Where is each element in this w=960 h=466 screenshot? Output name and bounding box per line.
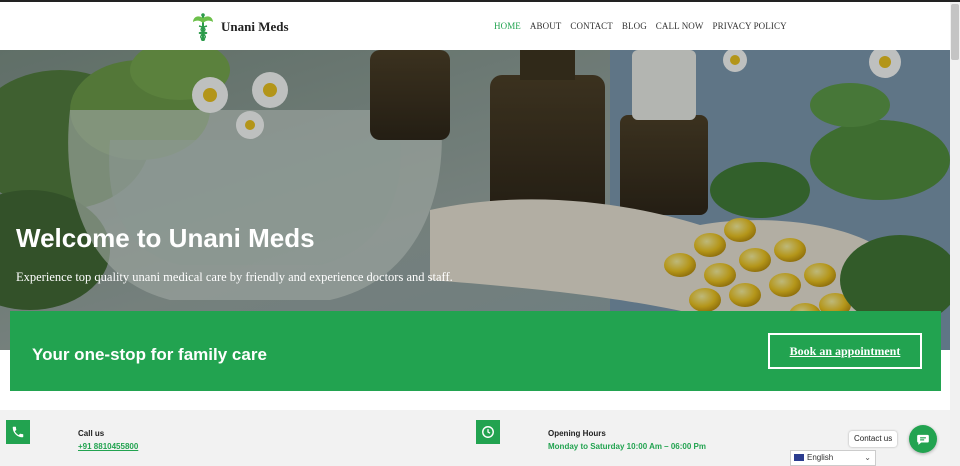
caduceus-logo-icon (193, 13, 213, 41)
language-label: English (807, 453, 834, 462)
chevron-down-icon: ⌄ (864, 453, 871, 462)
family-care-heading: Your one-stop for family care (32, 345, 267, 364)
page-scrollbar[interactable] (950, 2, 960, 466)
contact-us-tooltip[interactable]: Contact us (849, 431, 898, 447)
language-selector[interactable]: English ⌄ (790, 450, 876, 466)
nav-contact[interactable]: CONTACT (570, 21, 612, 31)
hero-banner: Welcome to Unani Meds Experience top qua… (0, 50, 950, 350)
brand-name: Unani Meds (221, 19, 289, 34)
chat-widget-button[interactable] (909, 425, 937, 453)
hero-overlay (0, 50, 950, 350)
chat-bubble-icon (917, 434, 929, 445)
site-header: Unani Meds HOME ABOUT CONTACT BLOG CALL … (0, 2, 950, 50)
hero-subtitle: Experience top quality unani medical car… (16, 270, 453, 284)
opening-hours-label: Opening Hours (548, 429, 606, 438)
nav-about[interactable]: ABOUT (530, 21, 562, 31)
nav-privacy-policy[interactable]: PRIVACY POLICY (713, 21, 787, 31)
nav-blog[interactable]: BLOG (622, 21, 647, 31)
clock-icon (476, 420, 500, 444)
opening-hours-value: Monday to Saturday 10:00 Am – 06:00 Pm (548, 442, 706, 451)
hero-title: Welcome to Unani Meds (16, 223, 315, 253)
nav-home[interactable]: HOME (494, 21, 521, 31)
scrollbar-thumb[interactable] (951, 4, 959, 60)
family-care-banner: Your one-stop for family care Book an ap… (10, 311, 941, 391)
book-appointment-button[interactable]: Book an appointment (768, 333, 922, 369)
uk-flag-icon (794, 454, 804, 461)
brand-logo[interactable]: Unani Meds (192, 12, 289, 42)
phone-number-link[interactable]: +91 8810455800 (78, 442, 138, 451)
nav-call-now[interactable]: CALL NOW (656, 21, 704, 31)
call-us-label: Call us (78, 429, 105, 438)
phone-icon (6, 420, 30, 444)
main-nav: HOME ABOUT CONTACT BLOG CALL NOW PRIVACY… (494, 21, 796, 31)
